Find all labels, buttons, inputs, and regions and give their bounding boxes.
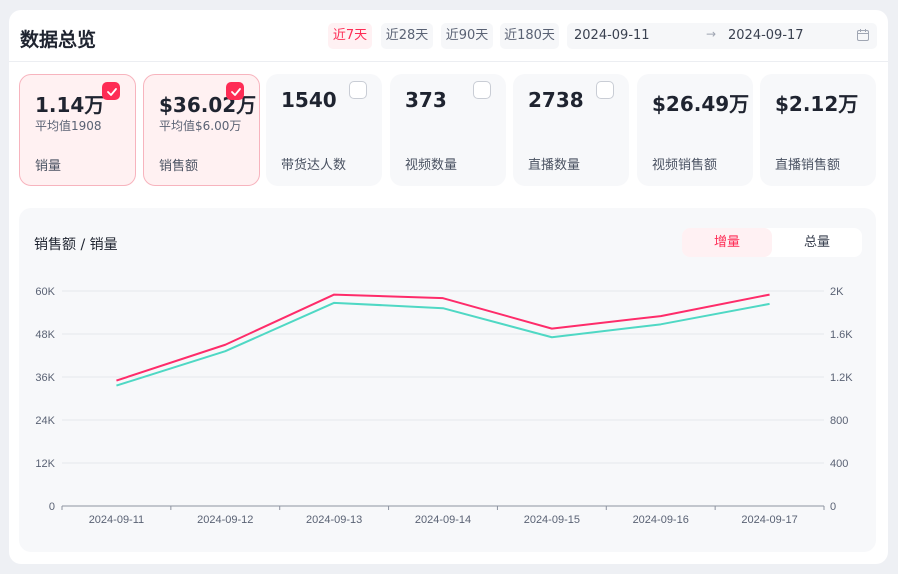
right-axis-tick-label: 1.2K — [830, 372, 853, 384]
metric-card-video-sales[interactable]: $26.49万 视频销售额 — [637, 74, 753, 186]
data-overview-panel: 数据总览 近7天 近28天 近90天 近180天 2024-09-11 → 20… — [9, 10, 888, 564]
x-axis-tick-label: 2024-09-11 — [89, 514, 144, 526]
overview-header: 数据总览 近7天 近28天 近90天 近180天 2024-09-11 → 20… — [9, 10, 888, 62]
check-icon — [107, 88, 117, 96]
metric-checkbox-checked[interactable] — [102, 82, 120, 100]
date-start-input[interactable]: 2024-09-11 — [574, 28, 650, 43]
metric-checkbox[interactable] — [473, 81, 491, 99]
metric-label: 直播销售额 — [775, 158, 841, 173]
range-28-days-button[interactable]: 近28天 — [381, 23, 433, 49]
range-90-days-button[interactable]: 近90天 — [441, 23, 493, 49]
left-axis-tick-label: 36K — [35, 372, 55, 384]
right-axis-tick-label: 400 — [830, 458, 848, 470]
x-axis-tick-label: 2024-09-17 — [741, 514, 797, 526]
metric-label: 销量 — [35, 159, 62, 174]
metric-label: 直播数量 — [528, 158, 581, 173]
left-axis-tick-label: 24K — [35, 415, 55, 427]
metric-value: 1540 — [281, 88, 337, 112]
date-end-input[interactable]: 2024-09-17 — [728, 28, 804, 43]
metric-label: 带货达人数 — [281, 158, 347, 173]
metric-label: 销售额 — [159, 159, 199, 174]
metric-card-videos[interactable]: 373 视频数量 — [390, 74, 506, 186]
left-axis-tick-label: 48K — [35, 329, 55, 341]
range-180-days-button[interactable]: 近180天 — [500, 23, 559, 49]
x-axis-tick-label: 2024-09-13 — [306, 514, 362, 526]
right-axis-tick-label: 800 — [830, 415, 848, 427]
metric-label: 视频数量 — [405, 158, 458, 173]
metric-checkbox-checked[interactable] — [226, 82, 244, 100]
metric-card-live-sales[interactable]: $2.12万 直播销售额 — [760, 74, 876, 186]
check-icon — [231, 88, 241, 96]
metric-label: 视频销售额 — [652, 158, 718, 173]
metric-card-sales-amount[interactable]: $36.02万 平均值$6.00万 销售额 — [143, 74, 260, 186]
calendar-icon[interactable] — [857, 29, 869, 41]
left-axis-tick-label: 0 — [49, 501, 55, 513]
range-7-days-button[interactable]: 近7天 — [328, 23, 372, 49]
metric-average: 平均值1908 — [35, 119, 102, 133]
right-axis-tick-label: 1.6K — [830, 329, 853, 341]
metric-value: $26.49万 — [652, 92, 750, 116]
sales-volume-series-line — [116, 301, 770, 387]
metric-value: 2738 — [528, 88, 584, 112]
date-range-arrow: → — [706, 27, 717, 41]
left-axis-tick-label: 12K — [35, 458, 55, 470]
metric-card-sales-volume[interactable]: 1.14万 平均值1908 销量 — [19, 74, 136, 186]
metric-average: 平均值$6.00万 — [159, 119, 242, 133]
metric-card-livestreams[interactable]: 2738 直播数量 — [513, 74, 629, 186]
date-range-picker[interactable]: 2024-09-11 → 2024-09-17 — [567, 23, 877, 49]
metric-checkbox[interactable] — [596, 81, 614, 99]
metric-value: $2.12万 — [775, 92, 859, 116]
metric-value: 373 — [405, 88, 447, 112]
x-axis-tick-label: 2024-09-15 — [524, 514, 580, 526]
x-axis-tick-label: 2024-09-12 — [197, 514, 253, 526]
right-axis-tick-label: 0 — [830, 501, 836, 513]
right-axis-tick-label: 2K — [830, 286, 844, 298]
left-axis-tick-label: 60K — [35, 286, 55, 298]
metric-card-creators[interactable]: 1540 带货达人数 — [266, 74, 382, 186]
trend-chart-panel: 销售额 / 销量 增量 总量 0 0 12K 400 24K 800 36K 1.2K 48K 1… — [19, 208, 876, 552]
metric-checkbox[interactable] — [349, 81, 367, 99]
x-axis-tick-label: 2024-09-14 — [415, 514, 471, 526]
line-chart: 0 0 12K 400 24K 800 36K 1.2K 48K 1.6K 60K 2K 2024-09… — [35, 286, 853, 526]
metric-value: 1.14万 — [35, 93, 105, 117]
page-title: 数据总览 — [20, 29, 97, 51]
x-axis-tick-label: 2024-09-16 — [633, 514, 689, 526]
